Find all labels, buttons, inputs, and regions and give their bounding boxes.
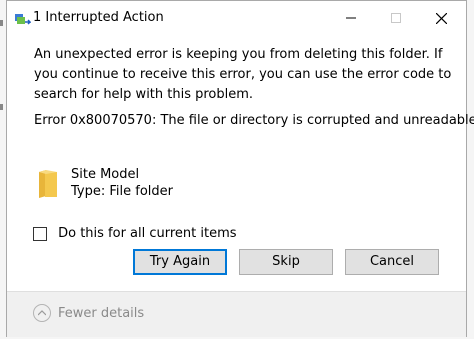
- error-message: An unexpected error is keeping you from …: [34, 47, 452, 102]
- maximize-button[interactable]: [373, 1, 419, 37]
- interrupted-action-dialog: 1 Interrupted Action An unexpected error…: [6, 0, 474, 337]
- item-type: Type: File folder: [71, 184, 173, 199]
- error-code: Error 0x80070570: The file or directory …: [34, 113, 474, 128]
- apply-to-all-label[interactable]: Do this for all current items: [58, 226, 236, 241]
- item-name: Site Model: [71, 167, 140, 182]
- maximize-icon: [391, 13, 401, 23]
- minimize-icon: [346, 17, 356, 19]
- minimize-button[interactable]: [328, 1, 374, 37]
- try-again-button[interactable]: Try Again: [133, 249, 227, 275]
- copy-transfer-icon: [15, 12, 32, 26]
- close-icon: [436, 13, 447, 24]
- background-mark: [0, 104, 3, 110]
- apply-to-all-option[interactable]: Do this for all current items: [33, 223, 237, 241]
- title-bar[interactable]: 1 Interrupted Action: [7, 1, 466, 37]
- chevron-up-icon: [38, 310, 46, 316]
- dialog-title: 1 Interrupted Action: [33, 10, 164, 25]
- background-mark: [0, 20, 3, 26]
- apply-to-all-checkbox[interactable]: [33, 226, 47, 241]
- skip-button[interactable]: Skip: [239, 249, 333, 275]
- fewer-details-toggle[interactable]: [33, 304, 51, 322]
- folder-icon: [37, 169, 59, 199]
- cancel-button[interactable]: Cancel: [345, 249, 439, 275]
- close-button[interactable]: [418, 1, 464, 37]
- fewer-details-link[interactable]: Fewer details: [58, 306, 144, 321]
- details-footer: Fewer details: [7, 291, 466, 337]
